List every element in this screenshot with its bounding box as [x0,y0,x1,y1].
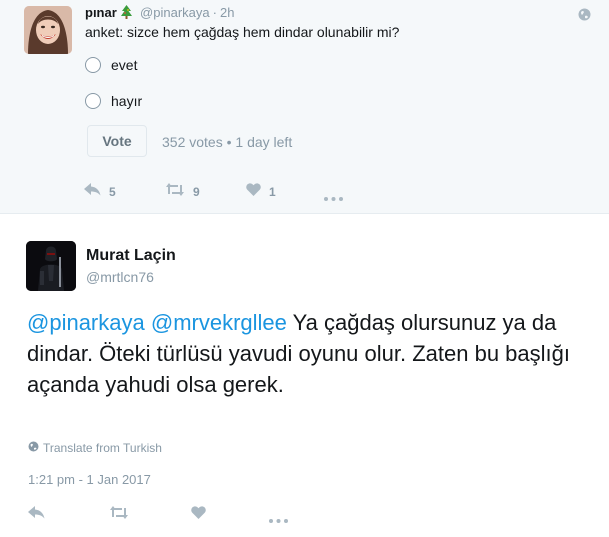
globe-icon [28,441,43,455]
poll-option-1[interactable]: evet [85,54,137,76]
vote-button[interactable]: Vote [87,125,147,157]
like-icon [191,506,206,524]
poll-tweet: pınar @pinarkaya · 2h anket: sizce hem çağ… [0,0,609,214]
tweet-header: pınar @pinarkaya · 2h [85,5,234,20]
tweet-timestamp[interactable]: 1:21 pm - 1 Jan 2017 [28,472,151,487]
more-icon [269,510,288,528]
retweet-count: 9 [193,185,200,199]
like-icon [246,183,261,201]
retweet-action[interactable]: 9 [165,183,200,201]
handle[interactable]: @mrtlcn76 [86,269,154,285]
globe-icon [578,8,591,26]
vote-info: 352 votes • 1 day left [162,134,293,150]
poll-option-label: hayır [111,93,143,109]
display-name[interactable]: pınar [85,5,117,20]
poll-option-2[interactable]: hayır [85,90,142,112]
more-action[interactable] [269,510,288,528]
retweet-icon [165,183,185,201]
like-action[interactable]: 1 [246,183,276,201]
radio-button[interactable] [85,57,101,73]
display-name[interactable]: Murat Laçin [86,247,176,265]
tweet-text: @pinarkaya @mrvekrgllee Ya çağdaş olursu… [27,307,587,400]
handle[interactable]: @pinarkaya [140,5,210,20]
reply-icon [84,183,101,201]
poll-option-label: evet [111,57,138,73]
radio-button[interactable] [85,93,101,109]
separator: · [212,5,217,20]
poll-question: anket: sizce hem çağdaş hem dindar oluna… [85,24,400,40]
more-action[interactable] [324,188,343,206]
avatar[interactable] [26,241,76,291]
mention-link[interactable]: @pinarkaya [27,310,145,335]
like-count: 1 [269,185,276,199]
christmas-tree-emoji [118,5,136,20]
retweet-action[interactable] [109,506,129,524]
like-action[interactable] [191,506,206,524]
timestamp-link[interactable]: 2h [220,5,234,20]
more-icon [324,188,343,206]
translate-label: Translate from Turkish [43,441,162,455]
retweet-icon [109,506,129,524]
reply-count: 5 [109,185,116,199]
reply-icon [28,506,45,524]
mention-link[interactable]: @mrvekrgllee [151,310,287,335]
reply-action[interactable] [28,506,45,524]
avatar[interactable] [24,6,72,54]
reply-action[interactable]: 5 [84,183,116,201]
translate-link[interactable]: Translate from Turkish [28,441,162,455]
